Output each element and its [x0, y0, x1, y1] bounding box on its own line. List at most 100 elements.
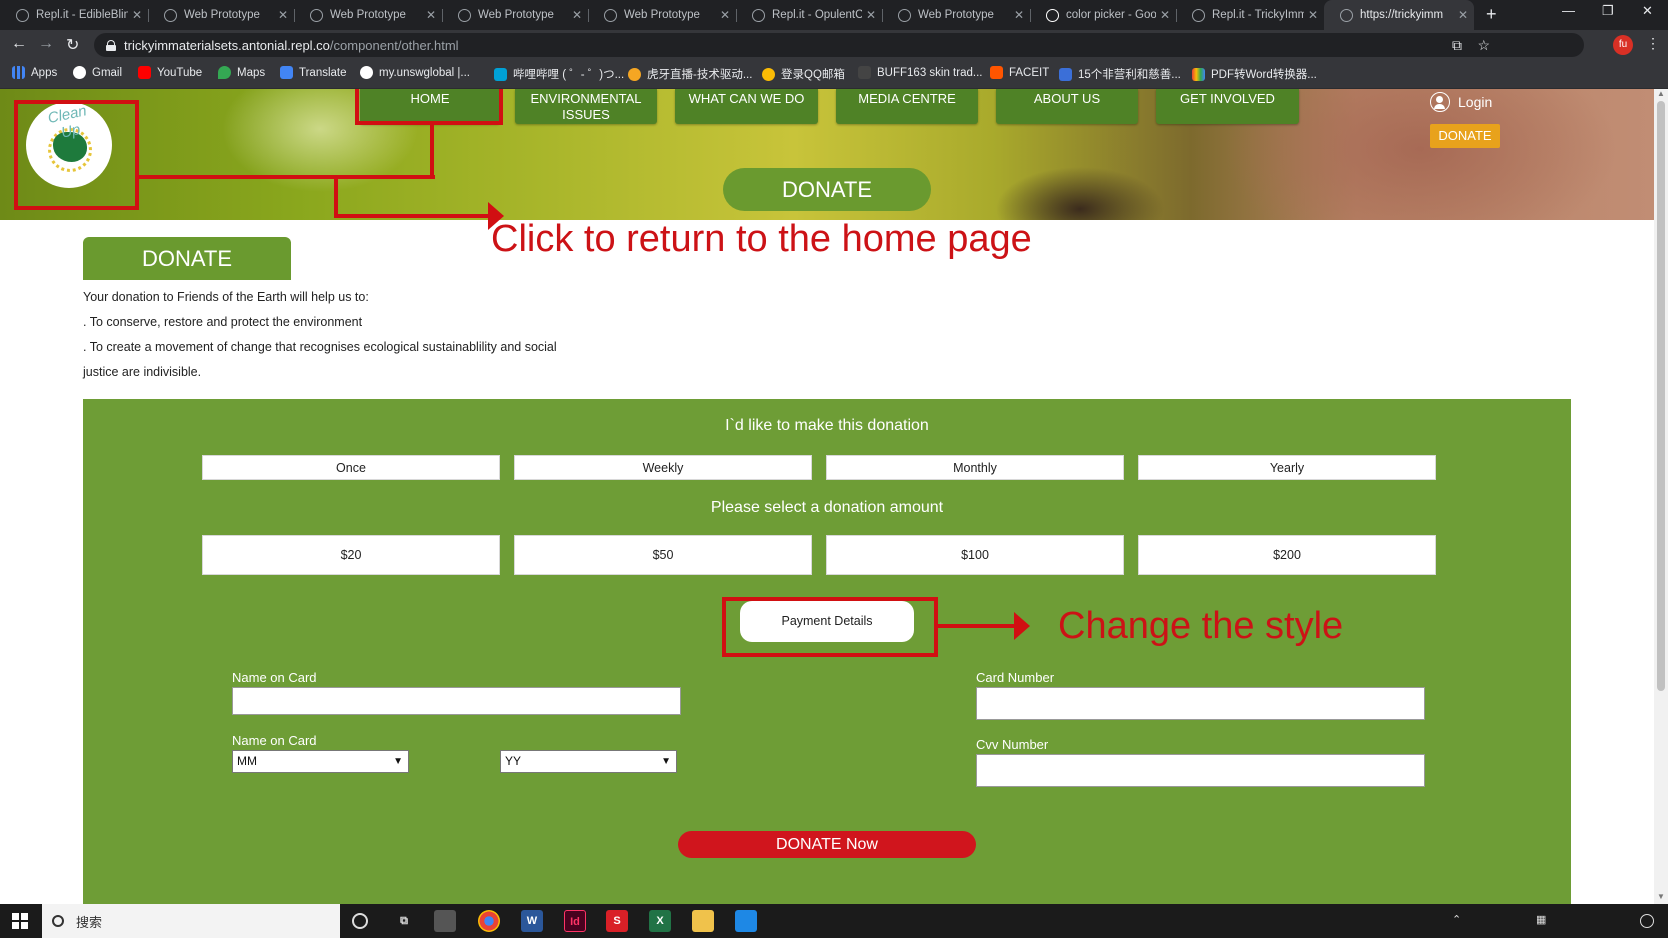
donate-now-button[interactable]: DONATE Now [678, 831, 976, 858]
nav-get-involved[interactable]: GET INVOLVED [1156, 89, 1299, 124]
translate-icon[interactable]: ⧉ [1452, 37, 1462, 54]
frequency-weekly-button[interactable]: Weekly [514, 455, 812, 480]
app-icon[interactable] [735, 910, 757, 932]
cortana-icon[interactable] [352, 913, 368, 929]
bookmark-faceit[interactable]: FACEIT [990, 66, 1049, 79]
amount-50-button[interactable]: $50 [514, 535, 812, 575]
tray-chevron-icon[interactable]: ⌃ [1452, 913, 1461, 926]
url-host: trickyimmaterialsets.antonial.repl.co [124, 37, 330, 53]
ime-icon[interactable]: ▦ [1536, 913, 1546, 926]
globe-icon [458, 8, 471, 22]
word-icon[interactable]: W [521, 910, 543, 932]
scroll-thumb[interactable] [1657, 101, 1665, 691]
address-bar[interactable]: trickyimmaterialsets.antonial.repl.co/co… [94, 33, 1584, 57]
browser-tab[interactable]: Web Prototype ✕ [588, 0, 736, 30]
close-icon[interactable]: ✕ [426, 8, 436, 22]
annotation-arrow-line [938, 624, 1018, 628]
restore-icon[interactable]: ❐ [1602, 3, 1614, 19]
globe-icon [310, 8, 323, 22]
bookmark-apps[interactable]: Apps [12, 66, 57, 79]
profile-avatar[interactable]: fu [1613, 35, 1633, 55]
buff-icon [858, 66, 871, 79]
browser-tab-active[interactable]: https://trickyimm ✕ [1324, 0, 1474, 30]
notification-icon[interactable] [1640, 914, 1654, 928]
bookmark-buff163[interactable]: BUFF163 skin trad... [858, 66, 982, 79]
browser-tab[interactable]: Web Prototype ✕ [294, 0, 442, 30]
amount-20-button[interactable]: $20 [202, 535, 500, 575]
reload-icon[interactable]: ↻ [66, 35, 79, 55]
bookmark-qqmail[interactable]: 登录QQ邮箱 [762, 66, 845, 82]
cvv-input[interactable] [976, 754, 1425, 787]
amount-100-button[interactable]: $100 [826, 535, 1124, 575]
star-icon[interactable]: ☆ [1477, 37, 1490, 54]
login-link[interactable]: Login [1430, 92, 1492, 112]
frequency-yearly-button[interactable]: Yearly [1138, 455, 1436, 480]
nav-media-centre[interactable]: MEDIA CENTRE [836, 89, 978, 124]
close-icon[interactable]: ✕ [1458, 8, 1468, 22]
browser-tab[interactable]: Repl.it - EdibleBlin ✕ [0, 0, 148, 30]
close-icon[interactable]: ✕ [1308, 8, 1318, 22]
bookmark-unswglobal[interactable]: my.unswglobal |... [360, 66, 470, 79]
nav-environmental-issues[interactable]: ENVIRONMENTAL ISSUES [515, 89, 657, 124]
page-scrollbar[interactable]: ▲ ▼ [1654, 89, 1668, 904]
indesign-icon[interactable]: Id [564, 910, 586, 932]
back-icon[interactable]: ← [11, 35, 27, 53]
scroll-down-icon[interactable]: ▼ [1657, 892, 1665, 901]
intro-line: justice are indivisible. [83, 365, 202, 379]
browser-tab[interactable]: Web Prototype ✕ [882, 0, 1030, 30]
close-icon[interactable]: ✕ [572, 8, 582, 22]
bookmark-youtube[interactable]: YouTube [138, 66, 202, 79]
windows-taskbar: 搜索 ⧉ W Id S X ⌃ ▦ [0, 904, 1668, 938]
excel-icon[interactable]: X [649, 910, 671, 932]
taskbar-search[interactable]: 搜索 [42, 904, 340, 938]
amount-200-button[interactable]: $200 [1138, 535, 1436, 575]
close-icon[interactable]: ✕ [132, 8, 142, 22]
faceit-icon [990, 66, 1003, 79]
window-close-icon[interactable]: ✕ [1642, 3, 1653, 19]
name-on-card-input[interactable] [232, 687, 681, 715]
forward-icon[interactable]: → [38, 35, 54, 53]
file-explorer-icon[interactable] [692, 910, 714, 932]
frequency-once-button[interactable]: Once [202, 455, 500, 480]
bookmark-gmail[interactable]: Gmail [73, 66, 122, 79]
user-icon [1430, 92, 1450, 112]
minimize-icon[interactable]: — [1562, 3, 1575, 18]
browser-tab[interactable]: Repl.it - TrickyImm ✕ [1176, 0, 1324, 30]
menu-icon[interactable]: ⋮ [1646, 35, 1660, 52]
browser-tab[interactable]: color picker - Goo ✕ [1030, 0, 1176, 30]
bookmark-huya[interactable]: 虎牙直播-技术驱动... [628, 66, 752, 82]
scroll-up-icon[interactable]: ▲ [1657, 89, 1665, 98]
chrome-icon[interactable] [478, 910, 500, 932]
intro-line: . To conserve, restore and protect the e… [83, 315, 363, 329]
bookmark-translate[interactable]: Translate [280, 66, 347, 79]
annotation-style-text: Change the style [1058, 605, 1344, 647]
task-view-icon[interactable]: ⧉ [393, 910, 415, 932]
close-icon[interactable]: ✕ [1014, 8, 1024, 22]
store-icon[interactable] [434, 910, 456, 932]
card-number-input[interactable] [976, 687, 1425, 720]
hero-donate-button[interactable]: DONATE [723, 168, 931, 211]
close-icon[interactable]: ✕ [866, 8, 876, 22]
bookmark-charity[interactable]: 15个非营利和慈善... [1059, 66, 1181, 82]
nav-about-us[interactable]: ABOUT US [996, 89, 1138, 124]
browser-tab[interactable]: Web Prototype ✕ [442, 0, 588, 30]
header-donate-button[interactable]: DONATE [1430, 124, 1500, 148]
browser-tab[interactable]: Repl.it - OpulentC ✕ [736, 0, 882, 30]
frequency-monthly-button[interactable]: Monthly [826, 455, 1124, 480]
expiry-year-select[interactable]: YY ▼ [500, 750, 677, 773]
globe-icon [604, 8, 617, 22]
bookmark-bilibili[interactable]: 哔哩哔哩 ( ゜- ゜)つ... [494, 66, 624, 82]
close-icon[interactable]: ✕ [720, 8, 730, 22]
lock-icon [106, 39, 116, 51]
wps-icon[interactable]: S [606, 910, 628, 932]
close-icon[interactable]: ✕ [1160, 8, 1170, 22]
nav-what-can-we-do[interactable]: WHAT CAN WE DO [675, 89, 818, 124]
bookmark-pdf2word[interactable]: PDF转Word转换器... [1192, 66, 1317, 82]
close-icon[interactable]: ✕ [278, 8, 288, 22]
browser-tab[interactable]: Web Prototype ✕ [148, 0, 294, 30]
amount-heading: Please select a donation amount [710, 499, 944, 516]
bookmark-maps[interactable]: Maps [218, 66, 265, 79]
expiry-month-select[interactable]: MM ▼ [232, 750, 409, 773]
new-tab-icon[interactable]: + [1486, 4, 1497, 25]
windows-start-icon[interactable] [12, 913, 28, 929]
